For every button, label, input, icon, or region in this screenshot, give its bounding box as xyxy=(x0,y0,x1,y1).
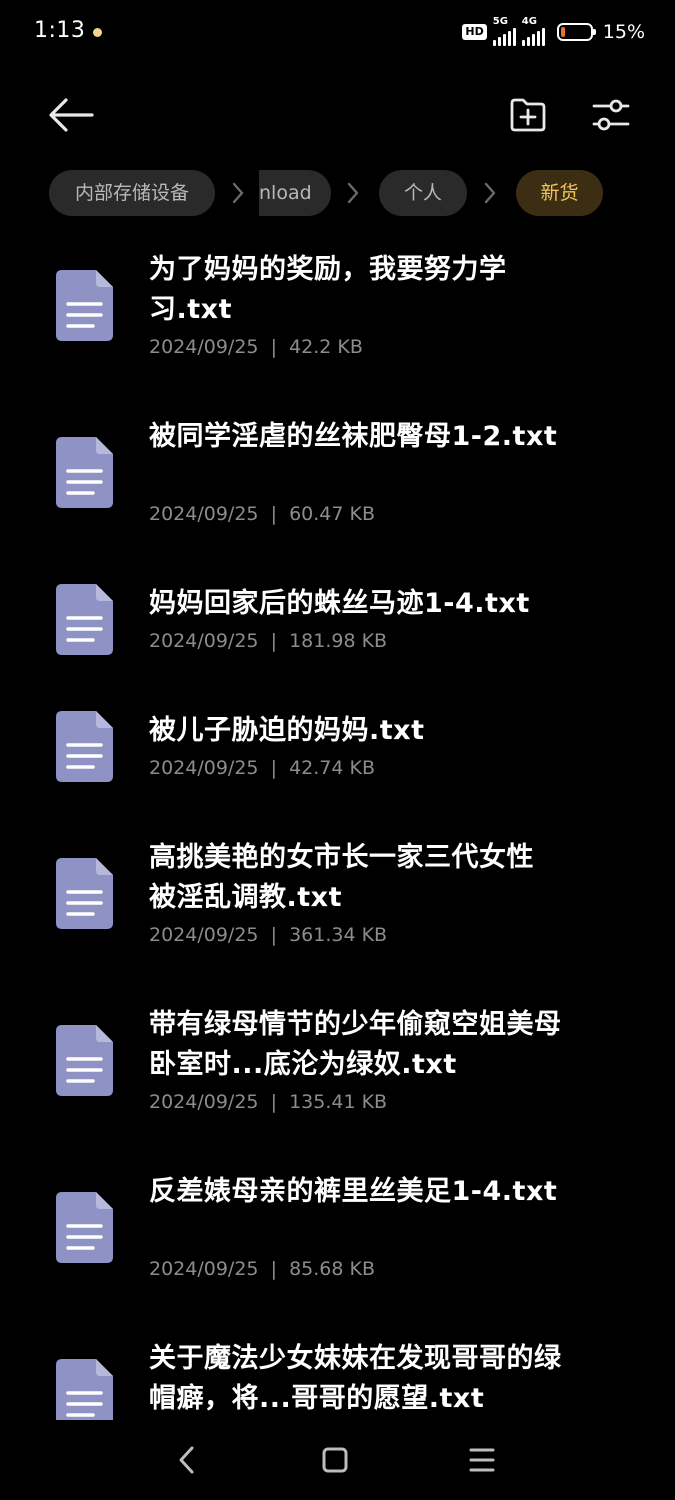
file-name: 为了妈妈的奖励，我要努力学习.txt xyxy=(149,254,507,325)
file-date: 2024/09/25 xyxy=(149,630,259,652)
arrow-left-icon xyxy=(49,98,94,132)
chevron-right-icon xyxy=(484,182,496,204)
file-size: 42.2 KB xyxy=(289,336,363,358)
file-date: 2024/09/25 xyxy=(149,336,259,358)
file-meta: 2024/09/25 | 181.98 KB xyxy=(149,630,388,652)
square-icon xyxy=(322,1447,348,1473)
file-size: 181.98 KB xyxy=(289,630,388,652)
notification-dot-icon xyxy=(93,28,102,37)
file-meta: 2024/09/25 | 60.47 KB xyxy=(149,503,376,525)
file-item[interactable]: 关于魔法少女妹妹在发现哥哥的绿帽癖，将...哥哥的愿望.txt xyxy=(0,1335,675,1420)
file-meta: 2024/09/25 | 85.68 KB xyxy=(149,1258,376,1280)
file-meta: 2024/09/25 | 42.2 KB xyxy=(149,336,363,358)
file-name: 被同学淫虐的丝袜肥臀母1-2.txt xyxy=(149,421,558,452)
text-file-icon xyxy=(56,711,113,782)
system-nav-bar xyxy=(0,1420,675,1500)
battery-level xyxy=(560,27,565,37)
file-name: 带有绿母情节的少年偷窥空姐美母卧室时...底沦为绿奴.txt xyxy=(149,1009,562,1080)
breadcrumb-item-new-goods[interactable]: 新货 xyxy=(516,170,603,216)
chevron-right-icon xyxy=(232,182,244,204)
file-date: 2024/09/25 xyxy=(149,1091,259,1113)
status-icons: HD 5G 4G 15% xyxy=(462,16,645,46)
breadcrumb-item-download[interactable]: nload xyxy=(259,170,331,216)
file-name: 反差婊母亲的裤里丝美足1-4.txt xyxy=(149,1176,558,1207)
filter-button[interactable] xyxy=(588,93,634,137)
file-meta: 2024/09/25 | 135.41 KB xyxy=(149,1091,388,1113)
file-item[interactable]: 为了妈妈的奖励，我要努力学习.txt 2024/09/25 | 42.2 KB xyxy=(0,240,675,400)
text-file-icon xyxy=(56,1359,113,1420)
file-meta: 2024/09/25 | 42.74 KB xyxy=(149,757,376,779)
file-list: 为了妈妈的奖励，我要努力学习.txt 2024/09/25 | 42.2 KB … xyxy=(0,240,675,1420)
new-folder-button[interactable] xyxy=(506,93,550,137)
file-size: 135.41 KB xyxy=(289,1091,388,1113)
signal-4g-icon: 4G xyxy=(521,16,545,46)
chevron-left-icon xyxy=(179,1446,194,1474)
battery-percent: 15% xyxy=(602,21,645,43)
file-item[interactable]: 高挑美艳的女市长一家三代女性被淫乱调教.txt 2024/09/25 | 361… xyxy=(0,834,675,994)
file-item[interactable]: 被同学淫虐的丝袜肥臀母1-2.txt 2024/09/25 | 60.47 KB xyxy=(0,407,675,567)
text-file-icon xyxy=(56,584,113,655)
nav-home-button[interactable] xyxy=(313,1438,357,1482)
file-size: 42.74 KB xyxy=(289,757,376,779)
file-date: 2024/09/25 xyxy=(149,1258,259,1280)
file-name: 高挑美艳的女市长一家三代女性被淫乱调教.txt xyxy=(149,842,534,913)
status-time: 1:13 xyxy=(34,18,86,43)
file-date: 2024/09/25 xyxy=(149,757,259,779)
breadcrumb-item-personal[interactable]: 个人 xyxy=(379,170,467,216)
file-name: 妈妈回家后的蛛丝马迹1-4.txt xyxy=(149,588,530,619)
file-date: 2024/09/25 xyxy=(149,503,259,525)
back-button[interactable] xyxy=(44,93,96,137)
file-item[interactable]: 反差婊母亲的裤里丝美足1-4.txt 2024/09/25 | 85.68 KB xyxy=(0,1168,675,1328)
file-size: 60.47 KB xyxy=(289,503,376,525)
text-file-icon xyxy=(56,437,113,508)
text-file-icon xyxy=(56,1025,113,1096)
file-item[interactable]: 妈妈回家后的蛛丝马迹1-4.txt 2024/09/25 | 181.98 KB xyxy=(0,574,675,694)
file-name: 被儿子胁迫的妈妈.txt xyxy=(149,715,425,746)
chevron-right-icon xyxy=(347,182,359,204)
folder-plus-icon xyxy=(510,98,546,132)
sliders-icon xyxy=(592,99,630,131)
breadcrumb-item-internal-storage[interactable]: 内部存储设备 xyxy=(49,170,215,216)
file-size: 85.68 KB xyxy=(289,1258,376,1280)
text-file-icon xyxy=(56,1192,113,1263)
file-meta: 2024/09/25 | 361.34 KB xyxy=(149,924,388,946)
breadcrumb: 内部存储设备 nload 个人 新货 xyxy=(0,170,675,216)
file-item[interactable]: 被儿子胁迫的妈妈.txt 2024/09/25 | 42.74 KB xyxy=(0,701,675,821)
battery-icon xyxy=(556,23,596,41)
text-file-icon xyxy=(56,858,113,929)
file-size: 361.34 KB xyxy=(289,924,388,946)
nav-back-button[interactable] xyxy=(166,1438,210,1482)
text-file-icon xyxy=(56,270,113,341)
top-bar xyxy=(0,80,675,150)
hd-voice-icon: HD xyxy=(462,24,487,40)
file-item[interactable]: 带有绿母情节的少年偷窥空姐美母卧室时...底沦为绿奴.txt 2024/09/2… xyxy=(0,1001,675,1161)
nav-recents-button[interactable] xyxy=(460,1438,504,1482)
status-bar: 1:13 HD 5G 4G 15% xyxy=(0,0,675,66)
signal-5g-icon: 5G xyxy=(492,16,516,46)
file-name: 关于魔法少女妹妹在发现哥哥的绿帽癖，将...哥哥的愿望.txt xyxy=(149,1343,562,1414)
menu-icon xyxy=(469,1448,495,1472)
file-date: 2024/09/25 xyxy=(149,924,259,946)
